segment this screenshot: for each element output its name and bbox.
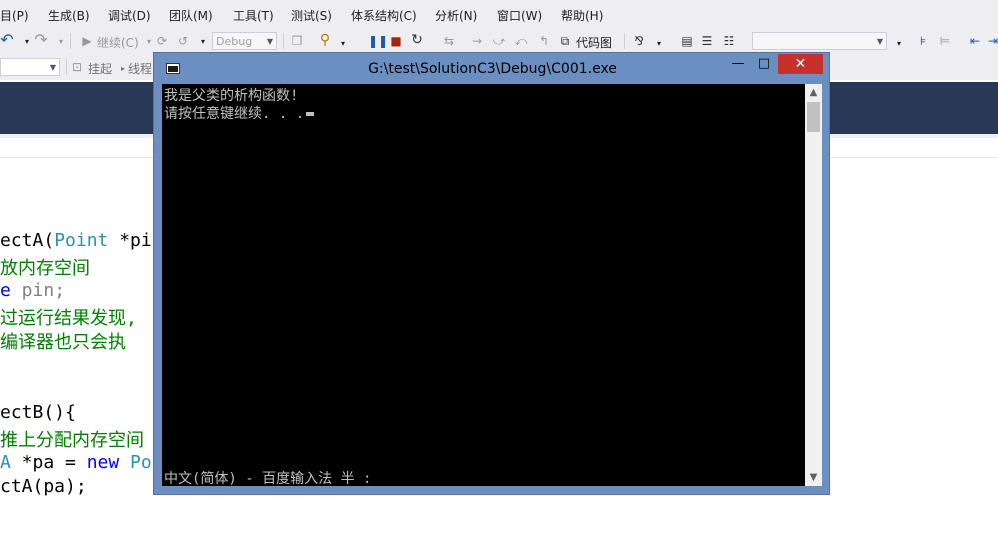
code-map-icon[interactable]: ⧉ <box>558 34 572 48</box>
code-line: ectB(){ <box>0 402 76 426</box>
code-token: e <box>0 280 11 301</box>
pause-icon[interactable]: ❚❚ <box>368 34 388 48</box>
suspend-button[interactable]: 挂起 <box>88 60 112 77</box>
ime-status-line: 中文(简体) - 百度输入法 半 : <box>164 471 372 486</box>
report-icon[interactable]: ▤ <box>680 34 694 48</box>
solution-config-select[interactable]: Debug ▼ <box>212 32 277 50</box>
bookmark-next-icon[interactable]: ⊨ <box>938 34 952 48</box>
menu-window[interactable]: 窗口(W) <box>497 7 542 24</box>
code-token: *pi <box>108 230 152 251</box>
find-dropdown-icon[interactable]: ▾ <box>336 37 350 51</box>
chevron-down-icon: ▼ <box>876 37 883 46</box>
process-select[interactable]: ▼ <box>0 58 60 76</box>
code-token: 放内存空间 <box>0 258 90 279</box>
code-line: ctA(pa); <box>0 476 87 500</box>
standard-toolbar: ↶ ▾ ↷ ▾ ▶ 继续(C) ▾ ⟳ ↺ ▾ Debug ▼ ❐ ⚲ ▾ ❚❚… <box>0 28 998 54</box>
console-scrollbar[interactable]: ▲ ▼ <box>805 84 822 486</box>
continue-dropdown-icon[interactable]: ▾ <box>142 35 156 49</box>
find-combo[interactable]: ▼ <box>752 32 887 50</box>
console-output-area[interactable]: 我是父类的析构函数! 请按任意键继续. . . 中文(简体) - 百度输入法 半… <box>162 84 805 486</box>
step-into-icon[interactable]: → <box>470 34 484 48</box>
minimize-button[interactable]: — <box>725 54 751 74</box>
code-token: new <box>86 452 120 473</box>
menu-project[interactable]: 目(P) <box>0 7 29 24</box>
undo-dropdown-icon[interactable]: ▾ <box>20 35 34 49</box>
code-line: 放内存空间 <box>0 254 90 279</box>
copy-icon[interactable]: ❐ <box>290 34 304 48</box>
scroll-up-arrow-icon[interactable]: ▲ <box>805 84 822 101</box>
thread-label: 线程 <box>128 62 153 76</box>
undo-icon[interactable]: ↶ <box>0 32 14 48</box>
restart-debug-icon[interactable]: ↻ <box>410 33 424 47</box>
step-out-icon[interactable]: ⤺ <box>514 34 528 48</box>
menu-debug[interactable]: 调试(D) <box>108 7 151 24</box>
show-next-statement-icon[interactable]: ⇆ <box>442 34 456 48</box>
chevron-down-icon: ▼ <box>49 63 56 72</box>
code-token: 编译器也只会执 <box>0 332 126 353</box>
overflow-dropdown-icon[interactable]: ▾ <box>892 37 906 51</box>
menu-tools[interactable]: 工具(T) <box>233 7 274 24</box>
code-token: pin; <box>10 280 66 301</box>
code-token: 推上分配内存空间 <box>0 430 144 451</box>
refresh-icon[interactable]: ⟳ <box>155 34 169 48</box>
code-token: A <box>0 452 11 473</box>
console-output-line: 我是父类的析构函数! <box>164 88 299 104</box>
bookmark-icon[interactable]: ⊧ <box>916 34 930 48</box>
code-token: Point <box>54 230 109 251</box>
code-token: ectA( <box>0 230 55 251</box>
console-title-bar[interactable]: G:\test\SolutionC3\Debug\C001.exe — □ ✕ <box>154 53 829 83</box>
toolbar-separator <box>283 33 284 49</box>
code-line: A *pa = new Po <box>0 452 152 476</box>
console-window[interactable]: G:\test\SolutionC3\Debug\C001.exe — □ ✕ … <box>153 52 830 495</box>
history-dropdown-icon[interactable]: ▾ <box>196 35 210 49</box>
menu-test[interactable]: 测试(S) <box>291 7 332 24</box>
restart-icon[interactable]: ↺ <box>176 34 190 48</box>
menu-analyze[interactable]: 分析(N) <box>435 7 477 24</box>
code-line: 过运行结果发现, <box>0 304 137 329</box>
code-token: ctA(pa); <box>0 476 87 497</box>
scrollbar-thumb[interactable] <box>807 102 820 132</box>
code-line: 推上分配内存空间 <box>0 426 144 451</box>
toolbar-separator <box>624 33 625 49</box>
suspend-icon[interactable]: ⊡ <box>70 60 84 74</box>
menu-bar: 目(P) 生成(B) 调试(D) 团队(M) 工具(T) 测试(S) 体系结构(… <box>0 0 998 28</box>
diagnostics-dropdown-icon[interactable]: ▾ <box>652 37 666 51</box>
stop-icon[interactable]: ■ <box>389 34 403 48</box>
menu-help[interactable]: 帮助(H) <box>561 7 603 24</box>
code-token: ectB(){ <box>0 402 76 423</box>
code-map-button[interactable]: 代码图 <box>576 34 612 51</box>
maximize-button[interactable]: □ <box>751 54 777 74</box>
redo-icon[interactable]: ↷ <box>34 32 48 48</box>
step-over-icon[interactable]: ⤻ <box>492 34 506 48</box>
diagnostics-icon[interactable]: ⅋ <box>632 34 646 48</box>
code-token: 过运行结果发现, <box>0 308 137 329</box>
redo-dropdown-icon[interactable]: ▾ <box>54 35 68 49</box>
console-prompt-text: 请按任意键继续. . . <box>164 106 305 122</box>
chevron-down-icon: ▼ <box>266 37 273 46</box>
code-line: ectA(Point *pi <box>0 230 152 254</box>
close-button[interactable]: ✕ <box>778 54 823 74</box>
continue-icon[interactable]: ▶ <box>80 34 94 48</box>
code-token: Po <box>119 452 152 473</box>
toolbar-separator <box>66 59 67 75</box>
step-back-icon[interactable]: ↰ <box>537 34 551 48</box>
continue-button[interactable]: 继续(C) <box>97 34 139 51</box>
indent-icon[interactable]: ☰ <box>700 34 714 48</box>
solution-config-value: Debug <box>216 35 253 48</box>
code-token: *pa = <box>10 452 87 473</box>
comment-icon[interactable]: ☷ <box>722 34 736 48</box>
menu-build[interactable]: 生成(B) <box>48 7 90 24</box>
toolbar-separator <box>70 33 71 49</box>
menu-team[interactable]: 团队(M) <box>169 7 213 24</box>
find-icon[interactable]: ⚲ <box>318 33 332 47</box>
scroll-down-arrow-icon[interactable]: ▼ <box>805 469 822 486</box>
outdent-icon[interactable]: ⇤ <box>968 34 982 48</box>
text-cursor <box>306 112 315 116</box>
code-line: e pin; <box>0 280 65 304</box>
menu-architecture[interactable]: 体系结构(C) <box>351 7 417 24</box>
code-line: 编译器也只会执 <box>0 328 126 353</box>
console-output-line: 请按任意键继续. . . <box>164 103 315 123</box>
indent-more-icon[interactable]: ⇥ <box>986 34 998 48</box>
